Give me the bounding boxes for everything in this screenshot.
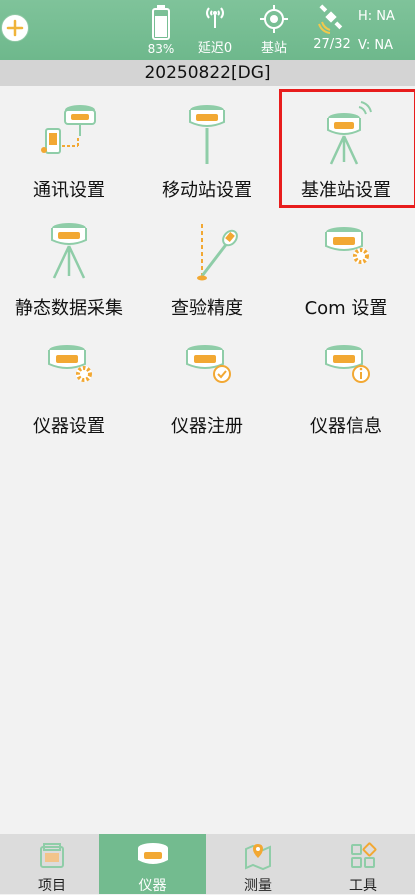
rover-icon xyxy=(189,105,225,164)
tile-static-data-collection[interactable]: 静态数据采集 xyxy=(0,206,138,324)
tile-rover-settings[interactable]: 移动站设置 xyxy=(138,88,276,206)
plus-icon xyxy=(3,16,27,40)
satellite-count: 27/32 xyxy=(313,37,351,52)
folder-icon xyxy=(40,843,64,868)
base-label: 基站 xyxy=(260,41,287,56)
nav-instrument[interactable]: 仪器 xyxy=(99,834,206,894)
v-accuracy: V: NA xyxy=(358,38,393,53)
tile-check-accuracy[interactable]: 查验精度 xyxy=(138,206,276,324)
receiver-icon xyxy=(137,843,168,864)
tile-instrument-registration[interactable]: 仪器注册 xyxy=(138,324,276,442)
delay-status[interactable]: 延迟0 xyxy=(190,0,240,60)
nav-project[interactable]: 项目 xyxy=(0,834,104,894)
satellite-icon xyxy=(318,4,343,34)
accuracy-pole-icon xyxy=(197,224,238,281)
communication-icon xyxy=(41,105,96,154)
base-station-icon xyxy=(327,101,372,165)
tile-instrument-info[interactable]: 仪器信息 xyxy=(277,324,415,442)
battery-percent: 83% xyxy=(147,42,175,56)
delay-label: 延迟0 xyxy=(197,41,233,56)
target-icon xyxy=(260,5,288,33)
battery-status: 83% xyxy=(142,0,180,60)
project-name: 20250822[DG] xyxy=(0,60,415,86)
grid-tools-icon xyxy=(351,842,377,868)
nav-tools[interactable]: 工具 xyxy=(311,834,415,894)
instrument-check-icon xyxy=(186,345,231,383)
satellite-status[interactable]: 27/32 xyxy=(310,0,354,60)
status-bar: 83% 延迟0 基站 27/32 H: NA V: NA xyxy=(0,0,415,60)
antenna-icon xyxy=(206,7,224,28)
base-status[interactable]: 基站 xyxy=(252,0,296,60)
tile-instrument-settings[interactable]: 仪器设置 xyxy=(0,324,138,442)
receiver-gear-icon xyxy=(325,227,369,264)
add-button[interactable] xyxy=(1,14,29,42)
h-accuracy: H: NA xyxy=(358,9,395,24)
tile-base-station-settings[interactable]: 基准站设置 xyxy=(277,88,415,208)
tile-communication-settings[interactable]: 通讯设置 xyxy=(0,88,138,206)
nav-survey[interactable]: 测量 xyxy=(206,834,310,894)
tile-com-settings[interactable]: Com 设置 xyxy=(277,206,415,324)
instrument-gear-icon xyxy=(48,345,92,382)
bottom-nav: 项目 仪器 测量 工具 xyxy=(0,834,415,894)
instrument-info-icon xyxy=(325,345,370,383)
battery-icon xyxy=(152,5,170,40)
static-tripod-icon xyxy=(51,223,87,279)
map-pin-icon xyxy=(245,844,271,871)
